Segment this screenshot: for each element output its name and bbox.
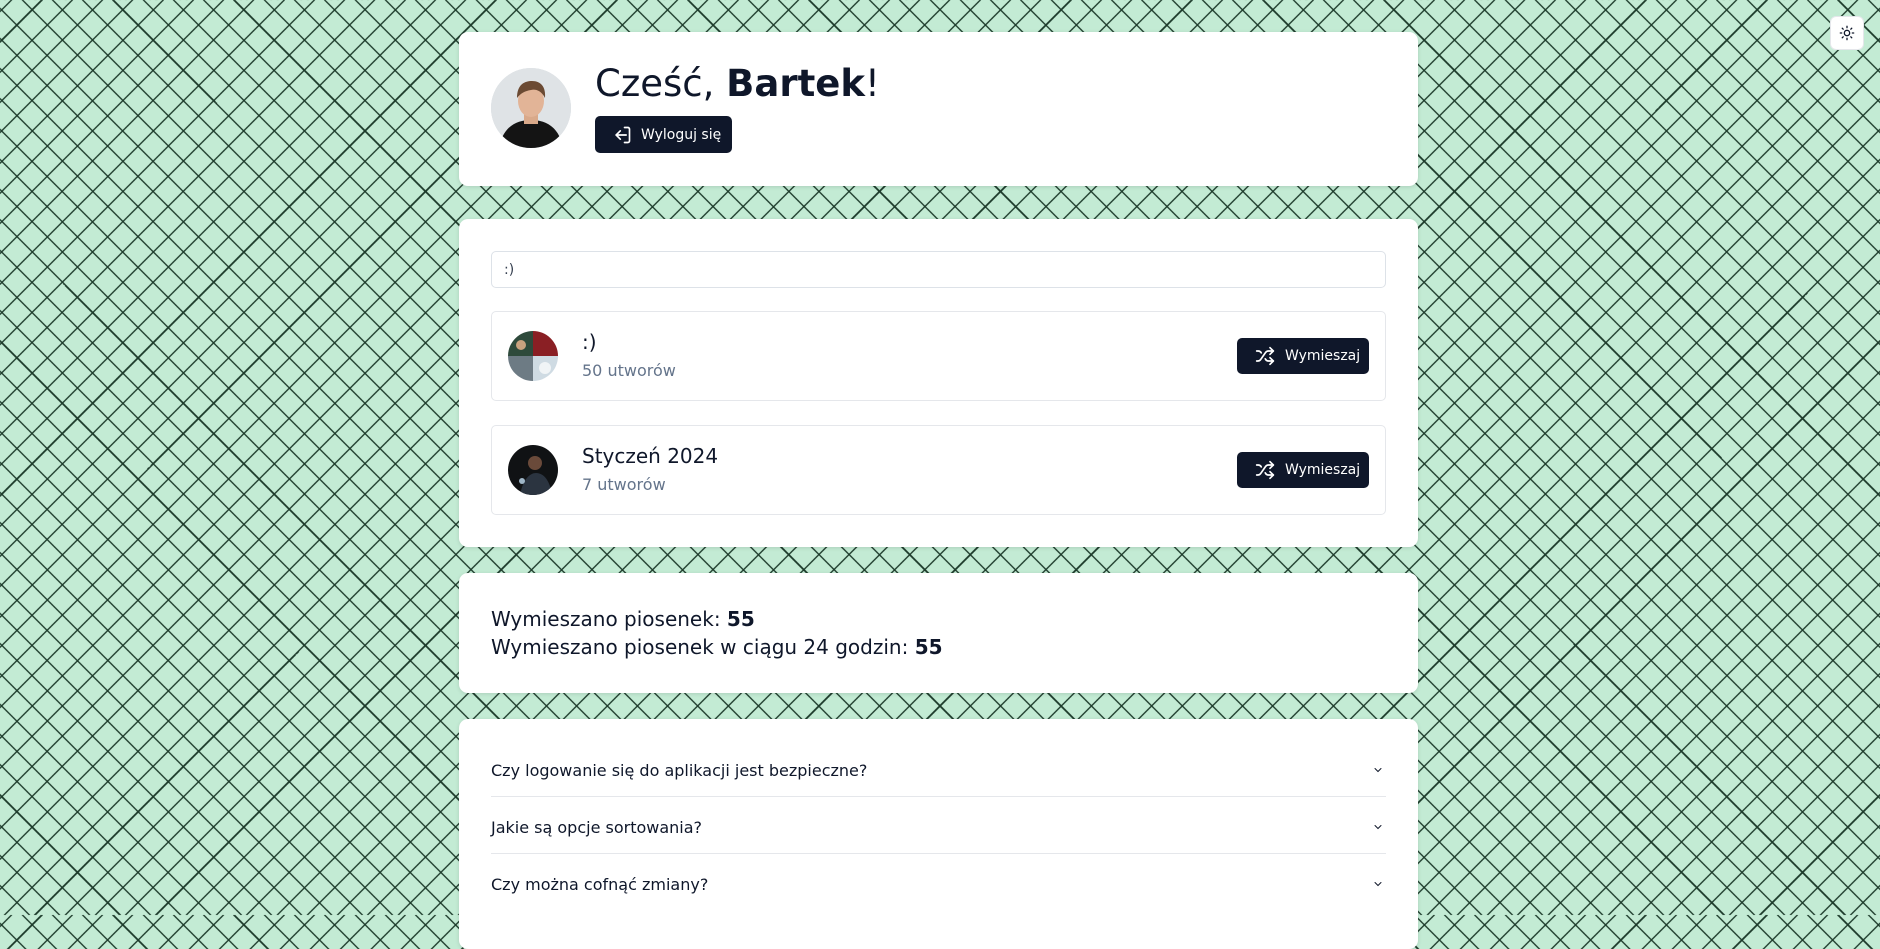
logout-button[interactable]: Wyloguj się [595,116,732,153]
profile-card: Cześć, Bartek! Wyloguj się [459,32,1418,186]
greeting-prefix: Cześć, [595,62,727,105]
shuffle-button[interactable]: Wymieszaj [1237,452,1369,488]
total-shuffled-label: Wymieszano piosenek: [491,607,727,631]
chevron-down-icon [1374,882,1382,887]
daily-shuffled-label: Wymieszano piosenek w ciągu 24 godzin: [491,635,915,659]
playlist-search-input[interactable] [491,251,1386,288]
faq-item[interactable]: Jakie są opcje sortowania? [491,797,1386,854]
shuffle-label: Wymieszaj [1285,462,1361,478]
faq-item[interactable]: Czy logowanie się do aplikacji jest bezp… [491,740,1386,797]
theme-toggle-button[interactable] [1830,16,1864,50]
shuffle-label: Wymieszaj [1285,348,1361,364]
avatar [491,68,571,148]
playlist-cover [508,331,558,381]
playlist-item: Styczeń 2024 7 utworów Wymieszaj [491,425,1386,515]
playlist-track-count: 7 utworów [582,475,666,494]
user-name: Bartek [726,62,865,105]
shuffle-icon [1255,460,1275,480]
total-shuffled-value: 55 [726,607,755,631]
greeting-heading: Cześć, Bartek! [595,60,880,108]
log-in-icon [615,126,631,143]
total-shuffled-stat: Wymieszano piosenek: 55 [491,607,755,631]
greeting-suffix: ! [864,62,880,105]
faq-question: Czy można cofnąć zmiany? [491,875,709,894]
stats-card: Wymieszano piosenek: 55 Wymieszano piose… [459,573,1418,693]
faq-item[interactable]: Czy można cofnąć zmiany? [491,854,1386,911]
playlist-cover [508,445,558,495]
daily-shuffled-value: 55 [914,635,943,659]
daily-shuffled-stat: Wymieszano piosenek w ciągu 24 godzin: 5… [491,635,943,659]
chevron-down-icon [1374,768,1382,773]
logout-label: Wyloguj się [641,126,722,143]
faq-question: Jakie są opcje sortowania? [491,818,703,837]
faq-question: Czy logowanie się do aplikacji jest bezp… [491,761,868,780]
sun-icon [1839,25,1855,41]
playlist-name: Styczeń 2024 [582,444,719,468]
playlist-track-count: 50 utworów [582,361,676,380]
playlist-name: :) [582,330,597,354]
playlists-card: :) 50 utworów Wymieszaj Styczeń 2024 7 u… [459,219,1418,547]
chevron-down-icon [1374,825,1382,830]
shuffle-button[interactable]: Wymieszaj [1237,338,1369,374]
shuffle-icon [1255,346,1275,366]
playlist-item: :) 50 utworów Wymieszaj [491,311,1386,401]
